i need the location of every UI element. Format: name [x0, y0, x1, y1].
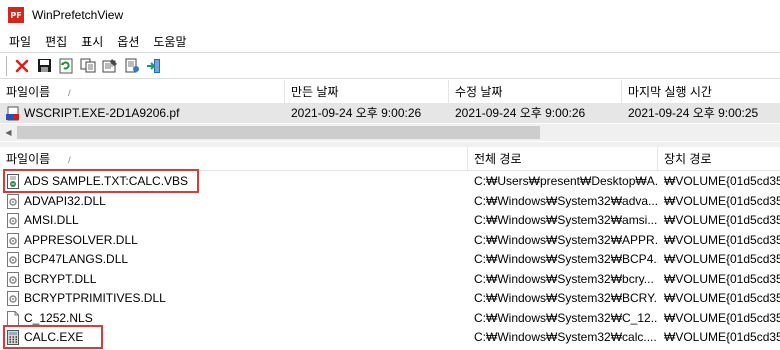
- exit-button[interactable]: [145, 57, 163, 75]
- menu-view[interactable]: 표시: [74, 33, 110, 50]
- table-row[interactable]: ADVAPI32.DLL C:₩Windows₩System32₩adva... ₩…: [0, 192, 780, 211]
- save-button[interactable]: [35, 57, 53, 75]
- referenced-files-list[interactable]: 파일이름 / 전체 경로 장치 경로 ADS SAMPLE.TXT:CALC.VB…: [0, 147, 780, 350]
- properties-icon: [102, 59, 117, 73]
- table-row[interactable]: CALC.EXE C:₩Windows₩System32₩calc.... ₩VOL…: [0, 328, 780, 347]
- cell-filename: ADS SAMPLE.TXT:CALC.VBS: [24, 174, 189, 188]
- table-row[interactable]: APPRESOLVER.DLL C:₩Windows₩System32₩APPR.…: [0, 231, 780, 250]
- column-header-filename[interactable]: 파일이름 /: [0, 147, 468, 171]
- report-icon: [125, 58, 139, 73]
- cell-full-path: C:₩Windows₩System32₩APPR...: [474, 232, 658, 247]
- table-row[interactable]: BCP47LANGS.DLL C:₩Windows₩System32₩BCP4..…: [0, 250, 780, 269]
- scroll-left-icon[interactable]: ◀: [0, 124, 17, 141]
- cell-device-path: ₩VOLUME{01d5cd35: [664, 330, 780, 344]
- app-logo-icon: PF: [8, 7, 24, 23]
- refresh-button[interactable]: [57, 57, 75, 75]
- sort-indicator-icon: /: [68, 155, 71, 165]
- menu-edit[interactable]: 편집: [38, 33, 74, 50]
- cell-filename: BCRYPTPRIMITIVES.DLL: [24, 291, 166, 305]
- properties-button[interactable]: [101, 57, 119, 75]
- column-header-device-path[interactable]: 장치 경로: [658, 147, 780, 171]
- table-row[interactable]: BCRYPTPRIMITIVES.DLL C:₩Windows₩System32₩…: [0, 289, 780, 308]
- cell-filename: WSCRIPT.EXE-2D1A9206.pf: [24, 106, 180, 120]
- sort-indicator-icon: /: [68, 88, 71, 98]
- column-label: 장치 경로: [664, 152, 712, 166]
- table-row[interactable]: ADS SAMPLE.TXT:CALC.VBS C:₩Users₩present₩…: [0, 172, 780, 191]
- cell-device-path: ₩VOLUME{01d5cd35: [664, 271, 780, 286]
- toolbar: [0, 52, 780, 79]
- cell-last-run: 2021-09-24 오후 9:00:25: [628, 106, 759, 120]
- cell-full-path: C:₩Users₩present₩Desktop₩A...: [474, 174, 658, 188]
- cell-full-path: C:₩Windows₩System32₩C_12...: [474, 310, 658, 325]
- cell-device-path: ₩VOLUME{01d5cd35: [664, 193, 780, 208]
- menu-options[interactable]: 옵션: [110, 33, 146, 50]
- cell-full-path: C:₩Windows₩System32₩BCP4...: [474, 252, 658, 266]
- copy-button[interactable]: [79, 57, 97, 75]
- column-label: 수정 날짜: [455, 85, 503, 99]
- table-row[interactable]: WSCRIPT.EXE-2D1A9206.pf 2021-09-24 오후 9:…: [0, 104, 780, 123]
- menu-bar: 파일 편집 표시 옵션 도움말: [0, 30, 780, 52]
- column-header-modified[interactable]: 수정 날짜: [449, 80, 622, 104]
- table-row[interactable]: AMSI.DLL C:₩Windows₩System32₩amsi.... ₩VOL…: [0, 211, 780, 230]
- column-label: 파일이름: [6, 85, 51, 99]
- title-bar: PF WinPrefetchView: [0, 0, 780, 30]
- cell-filename: AMSI.DLL: [24, 213, 79, 227]
- cell-device-path: ₩VOLUME{01d5cd35: [664, 174, 780, 188]
- cell-filename: ADVAPI32.DLL: [24, 193, 106, 208]
- cell-filename: BCP47LANGS.DLL: [24, 252, 129, 266]
- copy-icon: [80, 58, 96, 73]
- column-label: 마지막 실행 시간: [628, 85, 712, 99]
- prefetch-file-list[interactable]: 파일이름 / 만든 날짜 수정 날짜 마지막 실행 시간 WSCRIPT.EXE-…: [0, 80, 780, 142]
- cell-filename: BCRYPT.DLL: [24, 271, 97, 286]
- cell-full-path: C:₩Windows₩System32₩calc....: [474, 330, 657, 344]
- cell-device-path: ₩VOLUME{01d5cd35: [664, 310, 780, 325]
- cell-device-path: ₩VOLUME{01d5cd35: [664, 213, 780, 227]
- cell-modified: 2021-09-24 오후 9:00:26: [455, 106, 586, 120]
- cell-full-path: C:₩Windows₩System32₩BCRY...: [474, 291, 658, 305]
- delete-icon: [15, 59, 29, 72]
- window-title: WinPrefetchView: [32, 8, 124, 22]
- cell-created: 2021-09-24 오후 9:00:26: [291, 106, 422, 120]
- cell-full-path: C:₩Windows₩System32₩adva...: [474, 193, 658, 208]
- column-header-created[interactable]: 만든 날짜: [285, 80, 449, 104]
- column-header-full-path[interactable]: 전체 경로: [468, 147, 658, 171]
- report-button[interactable]: [123, 57, 141, 75]
- prefetch-list-header: 파일이름 / 만든 날짜 수정 날짜 마지막 실행 시간: [0, 80, 780, 104]
- table-row[interactable]: BCRYPT.DLL C:₩Windows₩System32₩bcry... ₩VO…: [0, 270, 780, 289]
- scrollbar-thumb[interactable]: [17, 126, 540, 139]
- toolbar-separator: [6, 55, 7, 76]
- cell-filename: C_1252.NLS: [24, 310, 93, 325]
- column-header-last-run[interactable]: 마지막 실행 시간: [622, 80, 780, 104]
- column-label: 전체 경로: [474, 152, 522, 166]
- exit-icon: [147, 58, 160, 73]
- horizontal-scrollbar[interactable]: ◀: [0, 124, 780, 141]
- cell-full-path: C:₩Windows₩System32₩amsi....: [474, 213, 658, 227]
- table-row[interactable]: C_1252.NLS C:₩Windows₩System32₩C_12... ₩VO…: [0, 309, 780, 328]
- cell-full-path: C:₩Windows₩System32₩bcry...: [474, 271, 654, 286]
- cell-device-path: ₩VOLUME{01d5cd35: [664, 291, 780, 305]
- save-icon: [37, 59, 51, 72]
- column-label: 파일이름: [6, 152, 51, 166]
- prefetch-file-icon: [6, 106, 19, 121]
- menu-help[interactable]: 도움말: [146, 33, 193, 50]
- cell-filename: CALC.EXE: [24, 330, 84, 344]
- column-label: 만든 날짜: [291, 85, 339, 99]
- cell-device-path: ₩VOLUME{01d5cd35: [664, 232, 780, 247]
- delete-button[interactable]: [13, 57, 31, 75]
- files-list-header: 파일이름 / 전체 경로 장치 경로: [0, 147, 780, 171]
- refresh-icon: [59, 58, 73, 73]
- cell-filename: APPRESOLVER.DLL: [24, 232, 138, 247]
- menu-file[interactable]: 파일: [0, 33, 38, 50]
- column-header-filename[interactable]: 파일이름 /: [0, 80, 285, 104]
- cell-device-path: ₩VOLUME{01d5cd35: [664, 252, 780, 266]
